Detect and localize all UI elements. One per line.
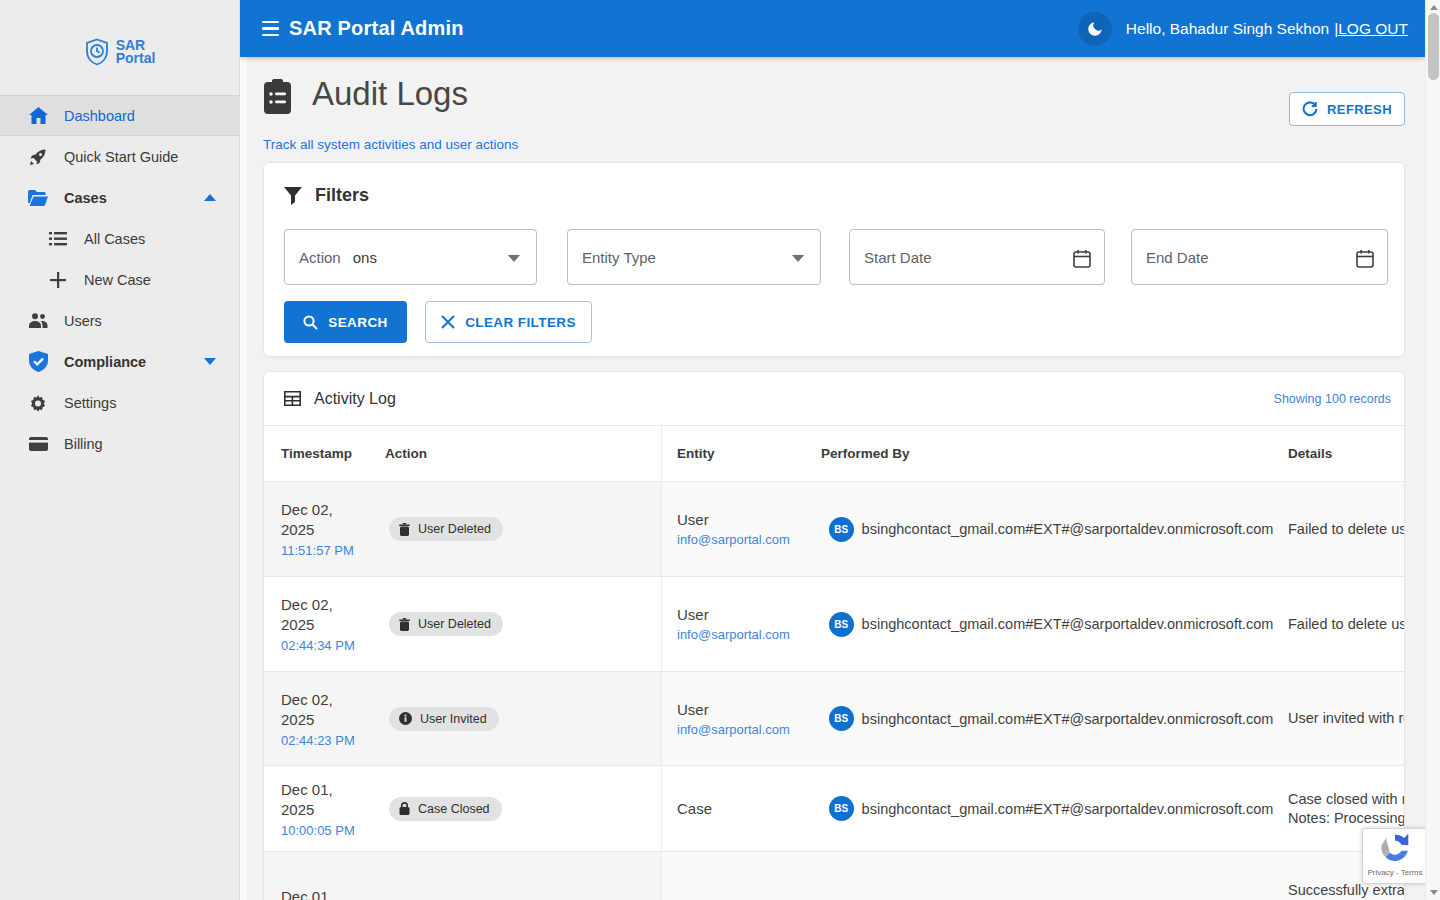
- main-content: Audit Logs Track all system activities a…: [240, 57, 1425, 900]
- avatar: BS: [829, 612, 854, 637]
- shield-check-icon: [28, 352, 48, 372]
- page-subtitle: Track all system activities and user act…: [263, 137, 518, 152]
- info-icon: [399, 712, 412, 725]
- dark-mode-toggle[interactable]: [1078, 12, 1112, 46]
- app-root: SAR Portal Dashboard Quick Start Guide: [0, 0, 1440, 900]
- search-icon: [303, 315, 318, 330]
- scroll-down-arrow[interactable]: [1430, 890, 1438, 895]
- action-select[interactable]: Action ons: [284, 229, 537, 285]
- lock-icon: [399, 802, 410, 815]
- sidebar-item-compliance[interactable]: Compliance: [0, 341, 240, 382]
- filters-title: Filters: [315, 185, 369, 206]
- sidebar-item-cases[interactable]: Cases: [0, 177, 240, 218]
- users-icon: [28, 311, 48, 331]
- trash-icon: [399, 523, 410, 536]
- logout-link[interactable]: |LOG OUT: [1334, 20, 1408, 38]
- trash-icon: [399, 618, 410, 631]
- chevron-down-icon: [204, 358, 216, 365]
- home-icon: [28, 106, 48, 126]
- action-badge: User Invited: [389, 707, 499, 731]
- filter-icon: [284, 187, 302, 205]
- sidebar-item-dashboard[interactable]: Dashboard: [0, 95, 240, 136]
- app-logo[interactable]: SAR Portal: [0, 38, 240, 66]
- sidebar-item-settings[interactable]: Settings: [0, 382, 240, 423]
- scrollbar[interactable]: [1425, 0, 1440, 900]
- gear-icon: [28, 393, 48, 413]
- entity-email-link[interactable]: info@sarportal.com: [677, 627, 817, 642]
- records-count: Showing 100 records: [1274, 392, 1391, 406]
- folder-open-icon: [28, 188, 48, 208]
- action-badge: User Deleted: [389, 517, 503, 541]
- entity-email-link[interactable]: info@sarportal.com: [677, 722, 817, 737]
- calendar-icon: [1356, 249, 1374, 268]
- table-row: Dec 02, 2025 02:44:34 PM User Deleted Us…: [264, 577, 1404, 672]
- scroll-up-arrow[interactable]: [1430, 5, 1438, 10]
- recaptcha-links[interactable]: Privacy - Terms: [1368, 868, 1423, 877]
- clear-filters-button[interactable]: CLEAR FILTERS: [425, 301, 592, 343]
- sidebar-nav: Dashboard Quick Start Guide Cases All: [0, 95, 240, 464]
- sidebar-item-billing[interactable]: Billing: [0, 423, 240, 464]
- refresh-button[interactable]: REFRESH: [1289, 92, 1405, 126]
- shield-clock-icon: [85, 38, 109, 66]
- avatar: BS: [829, 706, 854, 731]
- moon-icon: [1086, 20, 1104, 38]
- dropdown-arrow-icon: [508, 255, 520, 262]
- clipboard-icon: [263, 79, 292, 115]
- topbar: SAR Portal Admin Hello, Bahadur Singh Se…: [240, 0, 1425, 57]
- credit-card-icon: [28, 434, 48, 454]
- dropdown-arrow-icon: [792, 255, 804, 262]
- list-icon: [48, 229, 68, 249]
- table-row: Dec 01, Successfully extract: [264, 852, 1404, 900]
- recaptcha-icon: [1376, 829, 1414, 867]
- sidebar-item-all-cases[interactable]: All Cases: [0, 218, 240, 259]
- close-icon: [441, 315, 455, 329]
- rocket-icon: [28, 147, 48, 167]
- refresh-icon: [1302, 101, 1318, 117]
- scrollbar-thumb[interactable]: [1428, 13, 1439, 80]
- sidebar-item-users[interactable]: Users: [0, 300, 240, 341]
- plus-icon: [48, 270, 68, 290]
- search-button[interactable]: SEARCH: [284, 301, 407, 343]
- page-title: Audit Logs: [312, 75, 468, 113]
- end-date-input[interactable]: End Date: [1131, 229, 1388, 285]
- chevron-up-icon: [204, 194, 216, 201]
- sidebar: SAR Portal Dashboard Quick Start Guide: [0, 0, 240, 900]
- table-row: Dec 02, 2025 02:44:23 PM User Invited Us…: [264, 672, 1404, 766]
- menu-icon[interactable]: [262, 21, 279, 36]
- table-icon: [284, 391, 301, 406]
- recaptcha-badge[interactable]: Privacy - Terms: [1362, 828, 1428, 884]
- calendar-icon: [1073, 249, 1091, 268]
- entity-type-select[interactable]: Entity Type: [567, 229, 821, 285]
- logo-line2: Portal: [116, 52, 156, 65]
- activity-log-title: Activity Log: [314, 390, 396, 408]
- table-row: Dec 02, 2025 11:51:57 PM User Deleted Us…: [264, 482, 1404, 577]
- table-header: Timestamp Action Entity Performed By Det…: [264, 426, 1404, 482]
- avatar: BS: [829, 796, 854, 821]
- filters-card: Filters Action ons Entity Type Start Dat…: [263, 162, 1405, 357]
- table-row: Dec 01, 2025 10:00:05 PM Case Closed Cas…: [264, 766, 1404, 852]
- sidebar-item-new-case[interactable]: New Case: [0, 259, 240, 300]
- start-date-input[interactable]: Start Date: [849, 229, 1105, 285]
- sidebar-item-quick-start-guide[interactable]: Quick Start Guide: [0, 136, 240, 177]
- avatar: BS: [829, 517, 854, 542]
- action-badge: User Deleted: [389, 612, 503, 636]
- user-greeting: Hello, Bahadur Singh Sekhon: [1126, 20, 1329, 38]
- action-badge: Case Closed: [389, 797, 502, 821]
- app-title: SAR Portal Admin: [289, 17, 464, 40]
- activity-log-card: Activity Log Showing 100 records Timesta…: [263, 371, 1405, 900]
- entity-email-link[interactable]: info@sarportal.com: [677, 532, 817, 547]
